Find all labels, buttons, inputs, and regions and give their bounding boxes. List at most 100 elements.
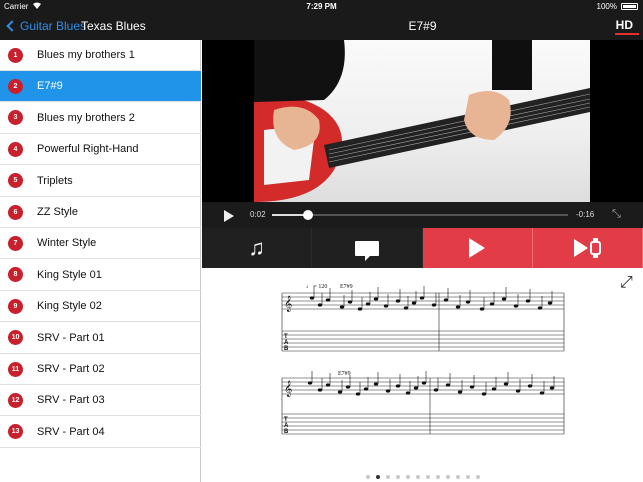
note-head [373,382,379,386]
note-head [403,306,409,310]
page-dot[interactable] [395,475,400,479]
video-frame [254,40,590,202]
page-dot[interactable] [475,475,480,479]
lesson-number-badge: 5 [8,173,23,189]
note-head [355,392,361,396]
note-head [347,300,353,304]
lesson-label: SRV - Part 01 [37,331,105,344]
remaining-time: -0:16 [576,210,595,219]
note-head [433,388,439,392]
chord-marking: E7#9 [340,284,353,290]
page-dot[interactable] [425,475,430,479]
lesson-row[interactable]: 8 King Style 01 [0,260,201,291]
note-head [469,385,475,389]
note-head [413,386,419,390]
note-head [501,297,507,301]
note-head [317,303,323,307]
note-head [489,302,495,306]
sheet-music[interactable]: ⤢ 𝄞 𝄞 T A B T A B ♩ = 120 E7#9 E7#9 [202,268,643,482]
hd-toggle-button[interactable]: HD [614,18,640,35]
tab-play-watch[interactable] [532,228,643,268]
page-dot[interactable] [465,475,470,479]
note-head [365,302,371,306]
tempo-marking: ♩ = 120 [306,284,327,290]
play-icon[interactable] [224,210,234,222]
play-icon [469,238,486,258]
note-head [373,297,379,301]
lesson-label: Winter Style [37,237,97,250]
svg-text:𝄞: 𝄞 [284,296,292,312]
back-button-label: Guitar Blues [20,19,87,33]
tablature-image: 𝄞 𝄞 T A B T A B ♩ = 120 E7#9 E7#9 [281,284,565,435]
note-head [363,387,369,391]
note-head [525,299,531,303]
lesson-row[interactable]: 13 SRV - Part 04 [0,417,201,448]
lesson-label: King Style 02 [37,300,102,313]
lesson-label: SRV - Part 02 [37,363,105,375]
lesson-row[interactable]: 10 SRV - Part 01 [0,323,201,354]
lesson-number-badge: 7 [8,235,23,251]
progress-slider[interactable] [272,210,568,220]
note-head [317,388,323,392]
note-head [491,387,497,391]
page-dot[interactable] [445,475,450,479]
lesson-label: Blues my brothers 1 [37,49,135,61]
note-head [549,386,555,390]
lesson-label: Powerful Right-Hand [37,143,139,156]
note-head [395,299,401,303]
lesson-number-badge: 10 [8,330,23,346]
tab-play[interactable] [422,228,533,268]
lesson-row[interactable]: 4 Powerful Right-Hand [0,134,201,166]
note-head [395,384,401,388]
note-head [455,305,461,309]
speech-bubble-icon [354,240,379,261]
note-head [339,305,345,309]
lesson-row[interactable]: 5 Triplets [0,166,201,197]
fullscreen-icon[interactable]: ⤢ [620,274,633,292]
lesson-row[interactable]: 2 E7#9 [0,71,201,103]
tab-comments[interactable] [312,228,423,268]
lesson-number-badge: 1 [8,47,23,63]
lesson-number-badge: 8 [8,267,23,283]
note-head [481,392,487,396]
lesson-row[interactable]: 6 ZZ Style [0,197,201,228]
lesson-row[interactable]: 1 Blues my brothers 1 [0,40,201,71]
page-indicator[interactable] [202,466,643,482]
lesson-label: ZZ Style [37,206,78,218]
note-head [325,383,331,387]
note-head [503,382,509,386]
note-head [337,390,343,394]
page-dot[interactable] [375,475,380,479]
lesson-row[interactable]: 12 SRV - Part 03 [0,385,201,417]
page-dot[interactable] [455,475,460,479]
page-dot[interactable] [405,475,410,479]
note-head [513,304,519,308]
battery-percent: 100% [596,2,617,11]
lesson-number-badge: 13 [8,424,23,440]
lesson-number-badge: 12 [8,392,23,408]
note-head [547,301,553,305]
note-head [527,384,533,388]
page-dot[interactable] [415,475,420,479]
lesson-row[interactable]: 7 Winter Style [0,228,201,260]
page-dot[interactable] [435,475,440,479]
note-head [309,296,315,300]
chevron-left-icon [6,20,18,32]
expand-video-icon[interactable]: ⤡ [612,208,621,221]
status-time: 7:29 PM [306,2,337,11]
lesson-label: King Style 01 [37,268,102,281]
lesson-row[interactable]: 3 Blues my brothers 2 [0,103,201,134]
lesson-row[interactable]: 11 SRV - Part 02 [0,354,201,385]
back-button[interactable]: Guitar Blues [6,19,86,33]
page-dot[interactable] [365,475,370,479]
tab-music-notes[interactable]: ♫ [202,228,313,268]
note-head [539,391,545,395]
note-head [515,389,521,393]
lesson-row[interactable]: 9 King Style 02 [0,291,201,323]
page-dot[interactable] [385,475,390,479]
note-head [445,383,451,387]
note-head [537,306,543,310]
progress-thumb[interactable] [302,210,313,220]
note-head [431,303,437,307]
video-player[interactable] [202,40,643,202]
